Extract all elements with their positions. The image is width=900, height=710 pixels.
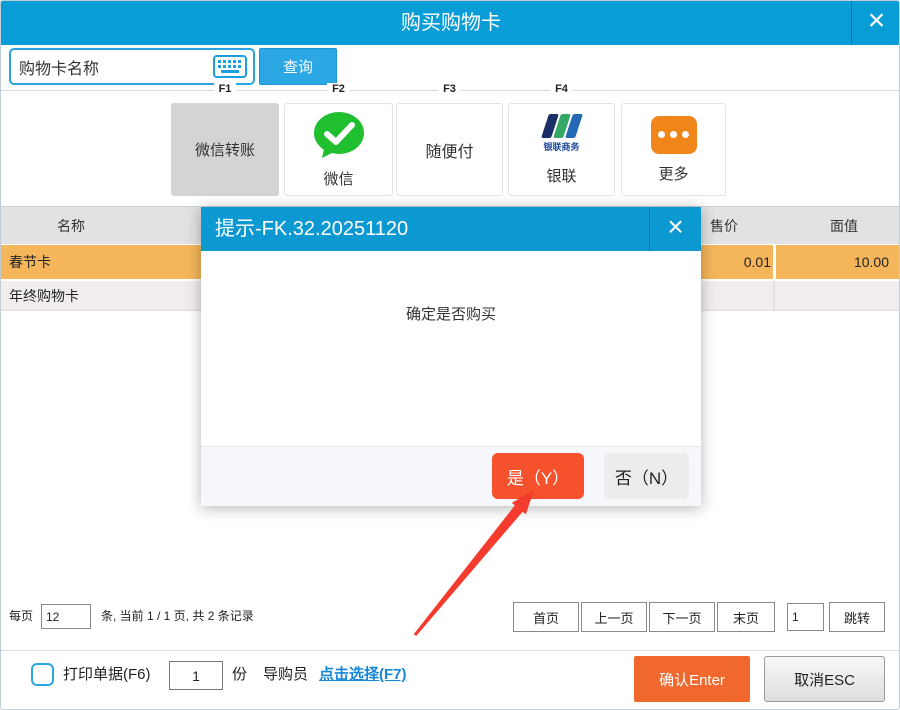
dialog-titlebar: 提示-FK.32.20251120 × — [201, 207, 701, 251]
window-close-button[interactable]: × — [851, 1, 900, 45]
payment-button-wechat[interactable]: 微信 — [284, 103, 393, 196]
column-separator — [773, 245, 776, 279]
payment-button-unionpay[interactable]: 银联商务 银联 — [508, 103, 615, 196]
copies-input[interactable] — [169, 661, 223, 690]
dialog-body: 确定是否购买 — [201, 251, 701, 446]
pagination-summary: 条, 当前 1 / 1 页, 共 2 条记录 — [101, 602, 254, 630]
footer-divider — [1, 650, 900, 651]
no-button[interactable]: 否（N） — [604, 453, 689, 499]
page-number-input[interactable] — [787, 603, 824, 631]
wechat-pay-icon — [312, 111, 366, 159]
buy-gift-card-window: 购买购物卡 × 查询 F1 F2 F3 F — [0, 0, 900, 710]
payment-label: 微信转账 — [195, 139, 255, 160]
unionpay-icon: 银联商务 — [529, 114, 595, 156]
dialog-footer: 是（Y） 否（N） — [201, 446, 701, 506]
fkey-label-f4: F4 — [508, 83, 615, 97]
guide-select-link[interactable]: 点击选择(F7) — [319, 663, 407, 687]
print-receipt-label: 打印单据(F6) — [63, 663, 151, 687]
cell-face-value: 10.00 — [854, 245, 889, 279]
payment-button-more[interactable]: 更多 — [621, 103, 726, 196]
confirm-button[interactable]: 确认Enter — [634, 656, 750, 702]
cancel-button[interactable]: 取消ESC — [764, 656, 885, 702]
dialog-message: 确定是否购买 — [201, 303, 701, 324]
cell-price: 0.01 — [744, 245, 771, 279]
keyboard-icon[interactable] — [213, 55, 247, 78]
fkey-label-f2: F2 — [284, 83, 393, 97]
yes-button[interactable]: 是（Y） — [492, 453, 584, 499]
close-icon: × — [868, 4, 886, 37]
dialog-title: 提示-FK.32.20251120 — [215, 207, 408, 251]
close-icon: × — [667, 211, 683, 242]
confirm-dialog: 提示-FK.32.20251120 × 确定是否购买 是（Y） 否（N） — [201, 207, 701, 506]
fkey-label-f1: F1 — [171, 83, 279, 97]
column-price: 售价 — [710, 207, 738, 245]
column-name: 名称 — [1, 207, 141, 245]
payment-button-suibianfu[interactable]: 随便付 — [396, 103, 503, 196]
card-name-search-field — [9, 48, 255, 85]
jump-page-button[interactable]: 跳转 — [829, 602, 885, 632]
print-receipt-checkbox[interactable] — [31, 663, 54, 686]
column-face-value: 面值 — [830, 207, 858, 245]
payment-button-wechat-transfer[interactable]: 微信转账 — [171, 103, 279, 196]
guide-label: 导购员 — [263, 663, 308, 687]
unionpay-logo-text: 银联商务 — [543, 140, 579, 153]
payment-label: 随便付 — [425, 138, 473, 162]
payment-label: 微信 — [323, 168, 353, 189]
window-header: 购买购物卡 × — [1, 1, 900, 45]
more-dots-icon — [651, 116, 697, 154]
search-input[interactable] — [19, 50, 209, 83]
window-title: 购买购物卡 — [1, 1, 900, 45]
query-button[interactable]: 查询 — [259, 48, 337, 85]
cell-name: 年终购物卡 — [9, 281, 79, 312]
cell-name: 春节卡 — [9, 245, 51, 279]
payment-label: 更多 — [658, 163, 688, 184]
next-page-button[interactable]: 下一页 — [649, 602, 715, 632]
dialog-close-button[interactable]: × — [649, 207, 701, 251]
payment-label: 银联 — [546, 165, 576, 186]
fkey-label-f3: F3 — [396, 83, 503, 97]
per-page-label: 每页 — [9, 602, 33, 630]
per-page-input[interactable] — [41, 604, 91, 629]
first-page-button[interactable]: 首页 — [513, 602, 579, 632]
last-page-button[interactable]: 末页 — [717, 602, 775, 632]
prev-page-button[interactable]: 上一页 — [581, 602, 647, 632]
column-separator — [773, 281, 775, 310]
copies-unit-label: 份 — [232, 663, 247, 687]
